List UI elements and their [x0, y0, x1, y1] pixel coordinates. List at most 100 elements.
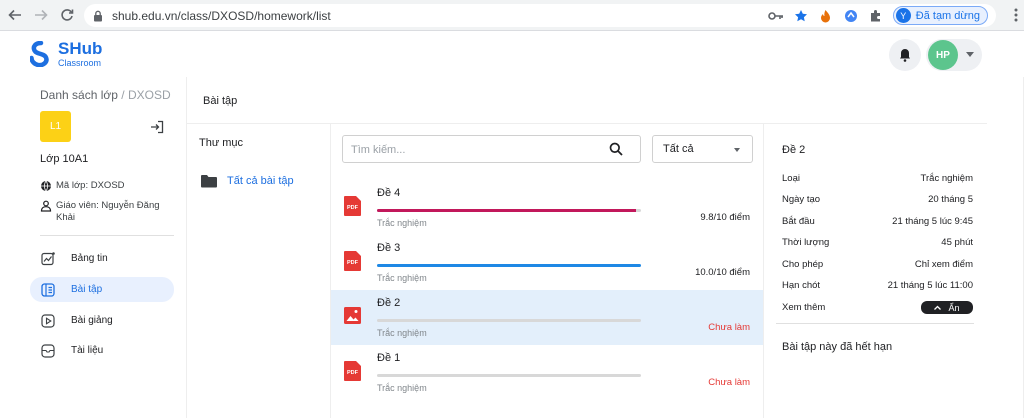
sidebar-item-homework[interactable]: Bài tập	[30, 277, 174, 302]
class-avatar: L1	[40, 111, 71, 142]
homework-title: Đề 4	[377, 187, 401, 199]
homework-score: 9.8/10 điểm	[700, 212, 750, 223]
sidebar-item-label: Tài liệu	[71, 345, 104, 356]
folder-icon	[201, 175, 217, 188]
detail-value: 21 tháng 5 lúc 11:00	[887, 280, 973, 291]
sidebar-item-lectures[interactable]: Bài giảng	[30, 308, 174, 333]
pdf-icon: PDF	[344, 361, 361, 381]
sidebar-item-news[interactable]: Bảng tin	[30, 246, 174, 271]
homework-title: Đề 2	[377, 297, 401, 309]
teacher-text: Giáo viên: Nguyễn Đăng Khải	[56, 200, 160, 223]
svg-text:PDF: PDF	[347, 205, 359, 211]
homework-score: 10.0/10 điểm	[695, 267, 750, 278]
svg-text:PDF: PDF	[347, 370, 359, 376]
exit-class-icon[interactable]	[150, 120, 164, 134]
homework-detail-panel: Đề 2 Loại Trắc nghiệm Ngày tạo 20 tháng …	[763, 124, 987, 418]
detail-value: Chỉ xem điểm	[914, 259, 973, 270]
search-box	[342, 135, 641, 163]
notification-bell-icon[interactable]	[889, 39, 921, 71]
class-code-text: Mã lớp: DXOSD	[56, 180, 125, 191]
progress-bar	[377, 209, 641, 212]
homework-type: Trắc nghiệm	[377, 218, 427, 228]
image-icon	[344, 307, 361, 324]
detail-divider	[776, 323, 974, 324]
address-bar[interactable]: shub.edu.vn/class/DXOSD/homework/list Y …	[84, 4, 996, 27]
homework-type: Trắc nghiệm	[377, 273, 427, 283]
homework-title: Đề 3	[377, 242, 401, 254]
search-input[interactable]	[351, 142, 601, 158]
extension-blue-icon[interactable]	[843, 8, 859, 24]
forward-icon[interactable]	[30, 4, 52, 26]
profile-status: Đã tạm dừng	[915, 9, 980, 22]
profile-button[interactable]: Y Đã tạm dừng	[892, 6, 988, 25]
sidebar-item-label: Bài tập	[71, 284, 103, 295]
filter-select[interactable]: Tất cả	[652, 135, 753, 163]
svg-text:PDF: PDF	[347, 260, 359, 266]
pdf-icon: PDF	[344, 196, 361, 216]
progress-bar	[377, 319, 641, 322]
star-icon[interactable]	[793, 8, 809, 24]
detail-value: 21 tháng 5 lúc 9:45	[892, 216, 973, 227]
kebab-menu-icon[interactable]	[1014, 8, 1018, 25]
reload-icon[interactable]	[56, 4, 78, 26]
detail-key: Loại	[782, 173, 800, 184]
url-text: shub.edu.vn/class/DXOSD/homework/list	[112, 8, 331, 23]
sidebar-divider	[40, 235, 174, 236]
logo[interactable]: SHub Classroom	[30, 40, 102, 68]
play-icon	[41, 313, 55, 328]
profile-avatar: Y	[895, 8, 911, 23]
breadcrumb: Danh sách lớp / DXOSD	[40, 88, 171, 102]
user-menu[interactable]: HP	[926, 39, 982, 71]
folder-label: Tất cả bài tập	[227, 175, 294, 187]
chart-icon	[41, 251, 55, 265]
brand-sub: Classroom	[58, 58, 102, 68]
browser-toolbar: shub.edu.vn/class/DXOSD/homework/list Y …	[0, 0, 1024, 31]
homework-type: Trắc nghiệm	[377, 328, 427, 338]
sidebar-item-documents[interactable]: Tài liệu	[30, 338, 174, 363]
fire-extension-icon[interactable]	[818, 8, 834, 24]
key-icon[interactable]	[767, 8, 784, 24]
search-icon[interactable]	[609, 142, 623, 156]
detail-key: Ngày tạo	[782, 194, 821, 205]
globe-icon	[41, 180, 51, 192]
progress-fill	[377, 264, 641, 267]
detail-title: Đề 2	[782, 144, 806, 156]
homework-title: Đề 1	[377, 352, 401, 364]
class-teacher: Giáo viên: Nguyễn Đăng Khải	[40, 200, 170, 224]
homework-status: Chưa làm	[708, 322, 750, 333]
progress-bar	[377, 264, 641, 267]
page-title: Bài tập	[203, 95, 238, 107]
class-name: Lớp 10A1	[40, 153, 89, 165]
hide-details-button[interactable]: Ẩn	[921, 301, 973, 314]
filter-value: Tất cả	[663, 143, 694, 155]
progress-bar	[377, 374, 641, 377]
sidebar-item-label: Bảng tin	[71, 253, 108, 264]
detail-key: Hạn chót	[782, 280, 821, 291]
progress-fill	[377, 209, 636, 212]
chevron-down-icon	[734, 148, 740, 152]
lock-icon	[92, 10, 104, 22]
homework-item[interactable]: PDF Đề 1 Trắc nghiệm Chưa làm	[331, 345, 763, 400]
homework-item[interactable]: PDF Đề 3 Trắc nghiệm 10.0/10 điểm	[331, 235, 763, 290]
homework-list: PDF Đề 4 Trắc nghiệm 9.8/10 điểm PDF Đề …	[331, 180, 763, 400]
homework-item[interactable]: PDF Đề 4 Trắc nghiệm 9.8/10 điểm	[331, 180, 763, 235]
folder-all-homework[interactable]: Tất cả bài tập	[201, 174, 294, 188]
folder-panel: Thư mục Tất cả bài tập	[187, 124, 331, 418]
class-sidebar: Danh sách lớp / DXOSD L1 Lớp 10A1 Mã lớp…	[0, 77, 186, 418]
breadcrumb-class-list[interactable]: Danh sách lớp	[40, 88, 118, 102]
chevron-up-icon	[934, 305, 942, 310]
homework-item[interactable]: Đề 2 Trắc nghiệm Chưa làm	[331, 290, 763, 345]
expired-notice: Bài tập này đã hết hạn	[782, 341, 893, 353]
document-icon	[41, 343, 55, 358]
detail-key: Thời lượng	[782, 237, 830, 248]
class-code: Mã lớp: DXOSD	[40, 180, 125, 192]
detail-value: Trắc nghiệm	[920, 173, 973, 184]
app-header: SHub Classroom HP	[0, 31, 1024, 77]
assignment-icon	[41, 282, 55, 297]
shub-logo-icon	[30, 41, 49, 67]
pdf-icon: PDF	[344, 251, 361, 271]
user-avatar: HP	[928, 40, 958, 70]
chevron-down-icon	[966, 52, 974, 57]
puzzle-icon[interactable]	[868, 8, 884, 24]
back-icon[interactable]	[4, 4, 26, 26]
